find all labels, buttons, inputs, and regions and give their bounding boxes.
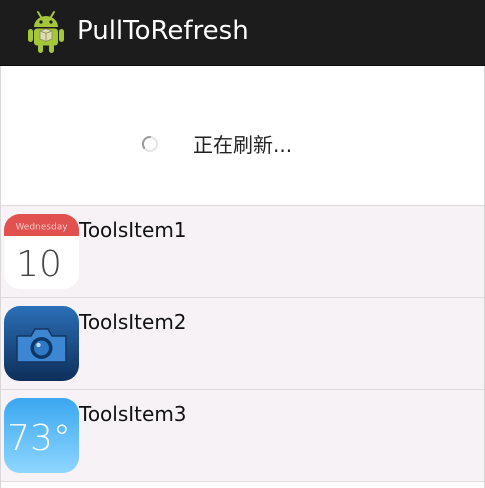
android-robot-icon [28,11,64,53]
list-item[interactable]: Wednesday 10 ToolsItem1 [1,206,484,298]
list-item-label: ToolsItem2 [79,310,187,334]
pull-to-refresh-list-view[interactable]: 正在刷新... Wednesday 10 ToolsItem1 ToolsIte… [0,66,485,488]
tools-list: Wednesday 10 ToolsItem1 ToolsItem2 73° T… [1,206,484,482]
app-title: PullToRefresh [77,16,249,46]
list-item[interactable]: ToolsItem2 [1,298,484,390]
action-bar: PullToRefresh [0,0,485,66]
loading-spinner-icon [141,135,158,152]
refresh-status-text: 正在刷新... [193,133,293,157]
list-item[interactable]: 73° ToolsItem3 [1,390,484,482]
calendar-icon: Wednesday 10 [4,214,79,289]
refresh-header: 正在刷新... [1,66,484,206]
calendar-weekday: Wednesday [15,223,68,233]
list-item-label: ToolsItem1 [79,218,187,242]
weather-icon: 73° [4,398,79,473]
app-screen: PullToRefresh 正在刷新... Wednesday 10 Tools… [0,0,485,488]
list-item-label: ToolsItem3 [79,402,187,426]
calendar-day: 10 [16,244,62,285]
weather-temperature: 73° [7,418,71,459]
camera-icon [4,306,79,381]
